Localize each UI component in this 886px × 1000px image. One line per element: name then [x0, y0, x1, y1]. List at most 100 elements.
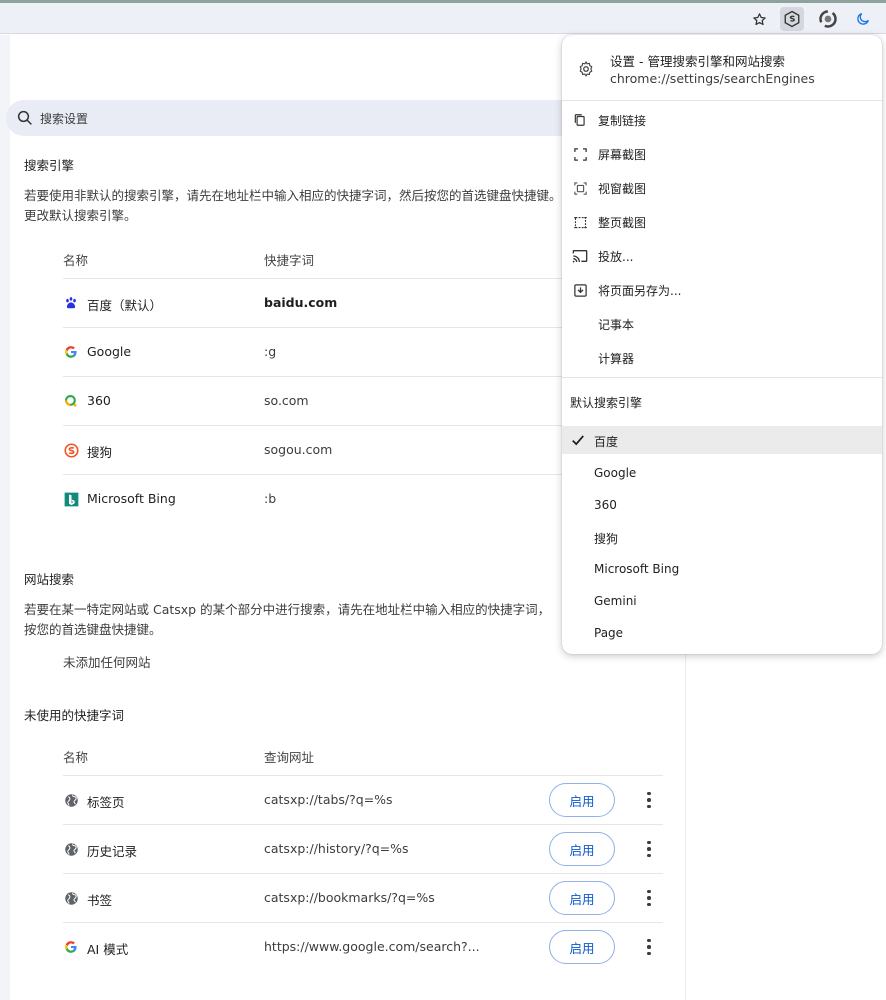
engine-keyword: so.com: [264, 393, 309, 408]
google-icon: [63, 344, 79, 360]
enable-button[interactable]: 启用: [549, 783, 615, 817]
menu-item-cast[interactable]: 投放...: [562, 239, 882, 273]
engine-option-label: 搜狗: [594, 532, 619, 546]
browser-toolbar: [0, 3, 886, 34]
search-engines-desc-line1: 若要使用非默认的搜索引擎，请先在地址栏中输入相应的快捷字词，然后按您的首选键盘快…: [24, 188, 562, 203]
search-icon: [17, 110, 32, 125]
more-options-icon[interactable]: [641, 839, 657, 859]
left-gutter: [0, 35, 10, 1000]
enable-button[interactable]: 启用: [549, 881, 615, 915]
menu-item-screenshot[interactable]: 屏幕截图: [562, 137, 882, 171]
column-header-name: 名称: [63, 253, 89, 268]
window-capture-icon: [572, 180, 588, 196]
menu-item-copy-link[interactable]: 复制链接: [562, 103, 882, 137]
inactive-shortcut-row: 标签页 catsxp://tabs/?q=%s 启用: [63, 775, 663, 824]
site-search-desc-line1: 若要在某一特定网站或 Catsxp 的某个部分中进行搜索，请先在地址栏中输入相应…: [24, 602, 551, 617]
engine-option-baidu[interactable]: 百度: [562, 426, 882, 454]
enable-button[interactable]: 启用: [549, 930, 615, 964]
inactive-shortcut-row: 书签 catsxp://bookmarks/?q=%s 启用: [63, 873, 663, 922]
menu-header: 设置 - 管理搜索引擎和网站搜索 chrome://settings/searc…: [562, 35, 882, 101]
engine-option-label: 360: [594, 498, 617, 512]
bing-icon: [63, 491, 79, 507]
search-engines-title: 搜索引擎: [24, 158, 75, 173]
engine-name: 搜狗: [87, 445, 113, 460]
engine-keyword: baidu.com: [264, 295, 338, 310]
inactive-shortcut-row: AI 模式 https://www.google.com/search?... …: [63, 922, 663, 971]
save-page-icon: [572, 282, 588, 298]
gear-icon: [577, 60, 595, 82]
shortcut-url: catsxp://bookmarks/?q=%s: [264, 890, 435, 905]
menu-item-label: 屏幕截图: [598, 148, 647, 162]
shortcut-name: 书签: [87, 893, 113, 908]
more-options-icon[interactable]: [641, 790, 657, 810]
menu-item-fullpage-capture[interactable]: 整页截图: [562, 205, 882, 239]
engine-option-sogou[interactable]: 搜狗: [562, 523, 882, 551]
engine-option-label: Gemini: [594, 594, 637, 608]
engine-name: Google: [87, 344, 132, 359]
menu-item-window-capture[interactable]: 视窗截图: [562, 171, 882, 205]
globe-icon: [63, 792, 79, 808]
360-icon: [63, 393, 79, 409]
engine-keyword: :g: [264, 344, 277, 359]
menu-item-save-page[interactable]: 将页面另存为...: [562, 273, 882, 307]
enable-button[interactable]: 启用: [549, 832, 615, 866]
globe-icon: [63, 890, 79, 906]
shortcut-url: catsxp://history/?q=%s: [264, 841, 409, 856]
more-options-icon[interactable]: [641, 888, 657, 908]
more-options-icon[interactable]: [641, 937, 657, 957]
site-search-title: 网站搜索: [24, 572, 75, 587]
column-header-name: 名称: [63, 750, 89, 765]
extension-popup-menu: 设置 - 管理搜索引擎和网站搜索 chrome://settings/searc…: [562, 35, 882, 654]
search-input[interactable]: 搜索设置: [40, 110, 88, 127]
menu-item-label: 计算器: [598, 352, 635, 366]
site-search-empty: 未添加任何网站: [63, 655, 151, 670]
engine-name: Microsoft Bing: [87, 491, 176, 506]
globe-icon: [63, 841, 79, 857]
sogou-icon: [63, 442, 79, 458]
checkmark-icon: [571, 432, 585, 451]
menu-page-title: 设置 - 管理搜索引擎和网站搜索: [610, 54, 785, 69]
engine-option-label: 百度: [594, 435, 619, 449]
engine-option-label: Microsoft Bing: [594, 562, 680, 576]
engine-keyword: sogou.com: [264, 442, 333, 457]
inactive-shortcuts-title: 未使用的快捷字词: [24, 708, 125, 723]
engine-name: 360: [87, 393, 111, 408]
shortcut-name: 标签页: [87, 795, 125, 810]
copy-icon: [572, 112, 588, 128]
engine-keyword: :b: [264, 491, 277, 506]
menu-item-label: 将页面另存为...: [598, 284, 682, 298]
menu-page-url: chrome://settings/searchEngines: [610, 71, 815, 86]
shortcut-url: https://www.google.com/search?...: [264, 939, 480, 954]
engine-option-gemini[interactable]: Gemini: [562, 587, 882, 615]
menu-item-label: 记事本: [598, 318, 635, 332]
menu-item-notepad[interactable]: 记事本: [562, 307, 882, 341]
settings-search-bar[interactable]: 搜索设置: [6, 100, 606, 136]
extension-s-icon[interactable]: [780, 7, 804, 31]
cast-icon: [572, 248, 588, 264]
menu-item-label: 视窗截图: [598, 182, 647, 196]
column-header-url: 查询网址: [264, 750, 315, 765]
engine-option-google[interactable]: Google: [562, 459, 882, 487]
shortcut-name: AI 模式: [87, 942, 129, 957]
sync-icon[interactable]: [816, 7, 840, 31]
menu-item-label: 整页截图: [598, 216, 647, 230]
menu-divider: [562, 377, 882, 378]
menu-item-calculator[interactable]: 计算器: [562, 341, 882, 375]
default-engine-heading: 默认搜索引擎: [570, 396, 643, 410]
fullpage-capture-icon: [572, 214, 588, 230]
column-header-keyword: 快捷字词: [264, 253, 315, 268]
baidu-icon: [63, 295, 79, 311]
star-icon[interactable]: [747, 7, 771, 31]
shortcut-name: 历史记录: [87, 844, 138, 859]
moon-icon[interactable]: [851, 7, 875, 31]
engine-option-360[interactable]: 360: [562, 491, 882, 519]
site-search-desc-line2: 按您的首选键盘快捷键。: [24, 622, 162, 637]
screenshot-icon: [572, 146, 588, 162]
engine-option-page[interactable]: Page: [562, 619, 882, 647]
google-icon: [63, 939, 79, 955]
engine-option-label: Page: [594, 626, 624, 640]
shortcut-url: catsxp://tabs/?q=%s: [264, 792, 393, 807]
menu-item-label: 投放...: [598, 250, 634, 264]
engine-option-bing[interactable]: Microsoft Bing: [562, 555, 882, 583]
inactive-shortcut-row: 历史记录 catsxp://history/?q=%s 启用: [63, 824, 663, 873]
